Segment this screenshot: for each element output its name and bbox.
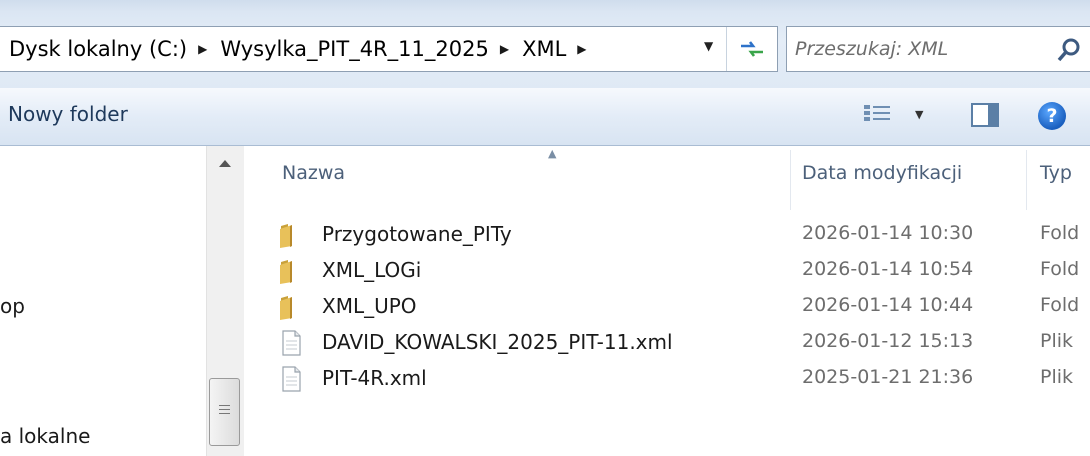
address-bar-region: Dysk lokalny (C:) ▶ Wysylka_PIT_4R_11_20… [0, 0, 1090, 88]
column-header-date[interactable]: Data modyfikacji [802, 162, 962, 184]
column-header-name[interactable]: Nazwa [282, 162, 345, 184]
file-date: 2026-01-14 10:44 [802, 294, 974, 316]
folder-icon [280, 296, 292, 320]
nav-item-local-disk[interactable]: a lokalne [0, 424, 90, 448]
command-toolbar: Nowy folder ▼ ? [0, 88, 1090, 146]
breadcrumb-arrow-icon[interactable]: ▶ [577, 42, 586, 56]
file-name: XML_UPO [322, 294, 417, 318]
nav-item-desktop[interactable]: op [0, 294, 25, 318]
preview-pane-icon[interactable] [971, 103, 999, 127]
file-date: 2026-01-12 15:13 [802, 330, 974, 352]
refresh-button[interactable] [726, 27, 777, 71]
file-icon [282, 330, 301, 356]
file-type: Fold [1040, 222, 1080, 244]
scroll-thumb[interactable] [209, 378, 240, 446]
file-name: Przygotowane_PITy [322, 222, 512, 246]
breadcrumb: Dysk lokalny (C:) ▶ Wysylka_PIT_4R_11_20… [8, 27, 599, 71]
address-bar[interactable]: Dysk lokalny (C:) ▶ Wysylka_PIT_4R_11_20… [0, 26, 778, 72]
file-type: Fold [1040, 258, 1080, 280]
scroll-up-icon[interactable] [219, 160, 231, 167]
file-row[interactable]: Przygotowane_PITy 2026-01-14 10:30 Fold [278, 218, 1090, 254]
search-input[interactable] [795, 35, 1035, 63]
navigation-pane: op a lokalne [0, 146, 206, 456]
file-name: PIT-4R.xml [322, 366, 427, 390]
file-row[interactable]: DAVID_KOWALSKI_2025_PIT-11.xml 2026-01-1… [278, 326, 1090, 362]
file-date: 2026-01-14 10:30 [802, 222, 974, 244]
file-type: Plik [1040, 366, 1074, 388]
folder-icon [280, 224, 292, 248]
file-list: ▲ Nazwa Data modyfikacji Typ Przygotowan… [244, 146, 1090, 456]
file-name: XML_LOGi [322, 258, 422, 282]
new-folder-button[interactable]: Nowy folder [8, 102, 128, 126]
details-view-icon[interactable] [864, 104, 890, 126]
breadcrumb-current[interactable]: XML [521, 37, 567, 61]
file-row[interactable]: PIT-4R.xml 2025-01-21 21:36 Plik [278, 362, 1090, 398]
file-date: 2025-01-21 21:36 [802, 366, 974, 388]
file-row[interactable]: XML_UPO 2026-01-14 10:44 Fold [278, 290, 1090, 326]
search-icon[interactable] [1057, 37, 1083, 63]
help-button[interactable]: ? [1038, 102, 1066, 130]
breadcrumb-arrow-icon[interactable]: ▶ [198, 42, 207, 56]
nav-scrollbar[interactable] [206, 146, 244, 456]
file-icon [282, 366, 301, 392]
search-box[interactable] [786, 26, 1090, 72]
file-type: Plik [1040, 330, 1074, 352]
refresh-arrows-icon [741, 41, 763, 57]
file-name: DAVID_KOWALSKI_2025_PIT-11.xml [322, 330, 673, 354]
chevron-down-icon[interactable]: ▼ [704, 39, 713, 53]
column-divider[interactable] [790, 150, 791, 210]
file-row[interactable]: XML_LOGi 2026-01-14 10:54 Fold [278, 254, 1090, 290]
view-dropdown-icon[interactable]: ▼ [915, 108, 923, 121]
file-date: 2026-01-14 10:54 [802, 258, 974, 280]
grip-icon [219, 405, 230, 417]
breadcrumb-folder[interactable]: Wysylka_PIT_4R_11_2025 [219, 37, 490, 61]
breadcrumb-arrow-icon[interactable]: ▶ [500, 42, 509, 56]
file-type: Fold [1040, 294, 1080, 316]
column-divider[interactable] [1026, 150, 1027, 210]
breadcrumb-drive[interactable]: Dysk lokalny (C:) [8, 37, 188, 61]
column-header-type[interactable]: Typ [1040, 162, 1072, 184]
sort-ascending-icon: ▲ [548, 147, 557, 160]
folder-icon [280, 260, 292, 284]
